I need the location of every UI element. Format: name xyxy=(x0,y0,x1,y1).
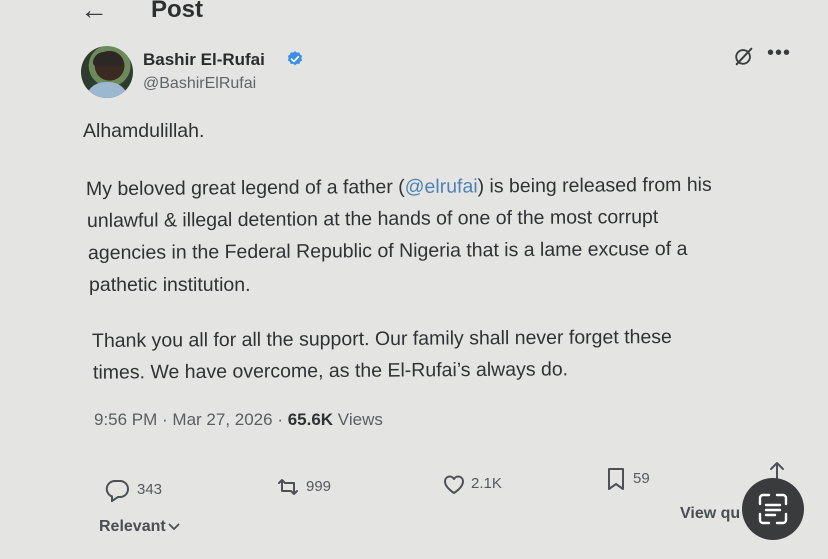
post-text-line: My beloved great legend of a father (@el… xyxy=(86,174,712,201)
verified-badge-icon xyxy=(287,51,303,66)
post-text-line: unlawful & illegal detention at the hand… xyxy=(86,206,659,232)
views-count: 65.6K xyxy=(287,410,334,429)
author-handle[interactable]: @BashirElRufai xyxy=(143,75,256,93)
bookmark-icon[interactable] xyxy=(603,467,629,491)
text-scan-button[interactable] xyxy=(742,478,804,540)
timestamp-text: 9:56 PM · Mar 27, 2026 · xyxy=(94,410,288,429)
post-text-line: agencies in the Federal Republic of Nige… xyxy=(87,237,688,265)
post-text-segment: My beloved great legend of a father ( xyxy=(85,175,405,201)
reply-icon[interactable] xyxy=(104,478,130,502)
grok-icon[interactable] xyxy=(733,45,755,67)
view-quotes-link[interactable]: View qu xyxy=(680,505,740,523)
sort-dropdown[interactable]: Relevant xyxy=(99,518,180,536)
chevron-down-icon xyxy=(168,523,180,531)
post-text-segment: ) is being released from his xyxy=(477,173,712,198)
avatar[interactable] xyxy=(81,46,133,98)
post-text-line: Alhamdulillah. xyxy=(83,120,205,142)
page-title: Post xyxy=(151,0,204,23)
repost-icon[interactable] xyxy=(275,475,301,499)
like-icon[interactable] xyxy=(441,472,467,496)
post-timestamp[interactable]: 9:56 PM · Mar 27, 2026 · 65.6K Views xyxy=(94,410,383,430)
post-text-line: times. We have overcome, as the El-Rufai… xyxy=(92,358,569,384)
views-label: Views xyxy=(333,410,383,429)
like-count[interactable]: 2.1K xyxy=(471,475,502,492)
back-arrow-icon[interactable]: ← xyxy=(80,0,108,24)
more-icon[interactable]: ••• xyxy=(767,42,791,65)
post-text-line: Thank you all for all the support. Our f… xyxy=(91,325,672,353)
repost-count[interactable]: 999 xyxy=(306,478,331,495)
author-name[interactable]: Bashir El-Rufai xyxy=(143,50,265,70)
reply-count[interactable]: 343 xyxy=(137,481,162,498)
mention-link[interactable]: @elrufai xyxy=(405,175,478,198)
text-scan-icon xyxy=(758,493,788,525)
post-text-line: pathetic institution. xyxy=(89,274,251,296)
bookmark-count[interactable]: 59 xyxy=(633,470,650,487)
sort-label: Relevant xyxy=(99,518,166,535)
